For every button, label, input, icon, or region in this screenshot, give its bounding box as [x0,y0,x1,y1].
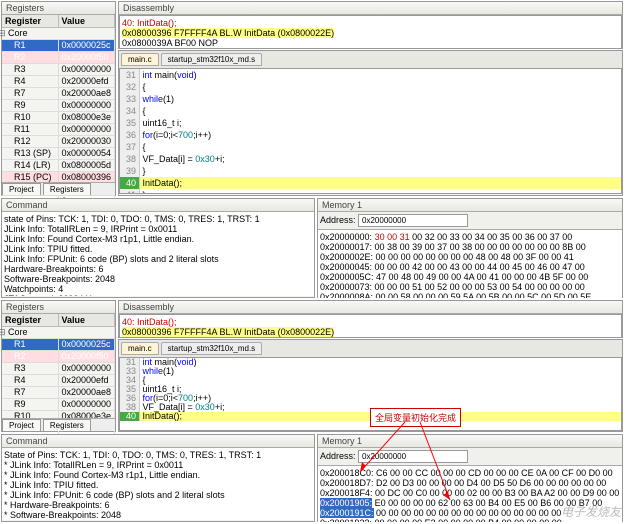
command-output-bottom[interactable]: State of Pins: TCK: 1, TDI: 0, TDO: 0, T… [2,448,314,520]
disassembly-panel-top: Disassembly 40: InitData(); 0x08000396 F… [118,1,623,49]
disasm-content-top[interactable]: 40: InitData(); 0x08000396 F7FFFF4A BL.W… [119,15,622,49]
disassembly-title: Disassembly [119,2,622,15]
registers-panel-top: Registers Register Value Core R10x000002… [1,1,116,196]
registers-title: Registers [2,2,115,15]
disasm-line-asm1-b: 0x08000396 F7FFFF4A BL.W InitData (0x080… [122,327,334,337]
command-title: Command [2,199,314,212]
col-value[interactable]: Value [59,15,116,28]
memory-hex-top[interactable]: 0x20000000: 30 00 31 00 32 00 33 00 34 0… [318,230,622,298]
tab-main-c-b[interactable]: main.c [121,342,159,355]
registers-title-b: Registers [2,301,115,314]
registers-panel-bottom: Registers Register Value Core R10x000002… [1,300,116,432]
memory-title-b: Memory 1 [318,435,622,448]
memory-panel-top: Memory 1 Address: 0x20000000: 30 00 31 0… [317,198,623,298]
col-value-b[interactable]: Value [59,314,116,327]
tree-core-b[interactable]: Core [2,327,115,339]
registers-grid-bottom: Register Value Core [2,314,115,339]
disasm-content-bottom[interactable]: 40: InitData(); 0x08000396 F7FFFF4A BL.W… [119,314,622,338]
registers-grid-top: Register Value Core [2,15,115,40]
memory-address-input[interactable] [358,214,468,227]
watermark: 电子发烧友 [561,503,621,520]
code-editor-top[interactable]: 31 int int main(void)main(void) 32 { 33 … [119,68,622,194]
disassembly-title-b: Disassembly [119,301,622,314]
tab-main-c[interactable]: main.c [121,53,159,66]
code-panel-top: main.c startup_stm32f10x_md.s 31 int int… [118,50,623,196]
command-panel-bottom: Command State of Pins: TCK: 1, TDI: 0, T… [1,434,315,522]
command-panel-top: Command state of Pins: TCK: 1, TDI: 0, T… [1,198,315,298]
col-register-b[interactable]: Register [2,314,59,327]
tab-registers-b[interactable]: Registers [43,419,91,431]
memory-addr-bar-b: Address: [318,448,622,466]
disasm-line-src-b: 40: InitData(); [122,317,619,327]
command-title-b: Command [2,435,314,448]
memory-address-input-b[interactable] [358,450,468,463]
registers-tabs-b: Project Registers [2,418,115,431]
tab-startup[interactable]: startup_stm32f10x_md.s [161,53,263,66]
disasm-line-asm2: 0x0800039A BF00 NOP [122,38,619,48]
file-tabs-top: main.c startup_stm32f10x_md.s [119,51,622,68]
tab-startup-b[interactable]: startup_stm32f10x_md.s [161,342,263,355]
tree-core[interactable]: Core [2,28,115,40]
memory-addr-bar: Address: [318,212,622,230]
disasm-line-src: 40: InitData(); [122,18,619,28]
tab-registers[interactable]: Registers [43,183,91,195]
disasm-line-asm1: 0x08000396 F7FFFF4A BL.W InitData (0x080… [122,28,334,38]
command-output-top[interactable]: state of Pins: TCK: 1, TDI: 0, TDO: 0, T… [2,212,314,296]
annotation-callout: 全局变量初始化完成 [370,408,461,427]
memory-title: Memory 1 [318,199,622,212]
tab-project[interactable]: Project [2,183,41,195]
file-tabs-bottom: main.c startup_stm32f10x_md.s [119,340,622,357]
registers-tabs: Project Registers [2,182,115,195]
tab-project-b[interactable]: Project [2,419,41,431]
disassembly-panel-bottom: Disassembly 40: InitData(); 0x08000396 F… [118,300,623,338]
col-register[interactable]: Register [2,15,59,28]
